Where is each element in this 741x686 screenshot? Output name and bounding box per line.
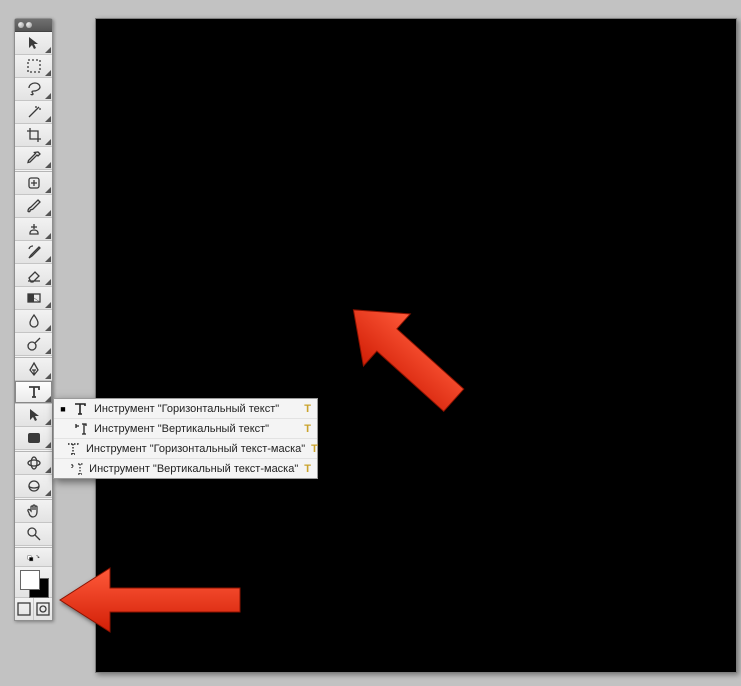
flyout-item-label: Инструмент "Горизонтальный текст" bbox=[94, 403, 295, 415]
horizontal-type-mask-icon bbox=[66, 442, 80, 456]
eraser-tool[interactable] bbox=[15, 264, 52, 287]
flyout-item-horizontal-type[interactable]: ■ Инструмент "Горизонтальный текст" T bbox=[54, 399, 317, 418]
history-brush-tool[interactable] bbox=[15, 241, 52, 264]
mask-mode-row bbox=[15, 598, 52, 620]
vertical-type-mask-icon bbox=[69, 462, 83, 476]
3d-orbit-tool[interactable] bbox=[15, 475, 52, 498]
3d-rotate-tool[interactable] bbox=[15, 452, 52, 475]
standard-mode-button[interactable] bbox=[15, 598, 34, 620]
pen-tool[interactable] bbox=[15, 358, 52, 381]
vertical-type-icon bbox=[72, 422, 88, 436]
horizontal-type-icon bbox=[72, 402, 88, 416]
crop-tool[interactable] bbox=[15, 124, 52, 147]
hand-tool[interactable] bbox=[15, 500, 52, 523]
flyout-item-vertical-type[interactable]: Инструмент "Вертикальный текст" T bbox=[54, 418, 317, 438]
annotation-arrow-1 bbox=[318, 275, 478, 425]
quick-mask-button[interactable] bbox=[34, 598, 52, 620]
marquee-tool[interactable] bbox=[15, 55, 52, 78]
shape-tool[interactable] bbox=[15, 427, 52, 450]
dodge-tool[interactable] bbox=[15, 333, 52, 356]
flyout-shortcut: T bbox=[301, 403, 311, 415]
flyout-shortcut: T bbox=[301, 423, 311, 435]
clone-stamp-tool[interactable] bbox=[15, 218, 52, 241]
flyout-item-label: Инструмент "Горизонтальный текст-маска" bbox=[86, 443, 305, 455]
move-tool[interactable] bbox=[15, 32, 52, 55]
path-selection-tool[interactable] bbox=[15, 404, 52, 427]
type-tool[interactable] bbox=[15, 381, 52, 404]
healing-brush-tool[interactable] bbox=[15, 172, 52, 195]
palette-titlebar[interactable] bbox=[15, 19, 52, 32]
type-tool-flyout: ■ Инструмент "Горизонтальный текст" T Ин… bbox=[53, 398, 318, 479]
flyout-shortcut: T bbox=[311, 443, 318, 455]
blur-tool[interactable] bbox=[15, 310, 52, 333]
color-swatches[interactable] bbox=[15, 567, 52, 598]
flyout-shortcut: T bbox=[304, 463, 311, 475]
tool-palette bbox=[14, 18, 53, 621]
selected-indicator: ■ bbox=[60, 404, 66, 414]
foreground-color-swatch[interactable] bbox=[20, 570, 40, 590]
brush-tool[interactable] bbox=[15, 195, 52, 218]
annotation-arrow-2 bbox=[55, 560, 245, 640]
color-swap-default[interactable] bbox=[15, 548, 52, 567]
flyout-item-horizontal-type-mask[interactable]: Инструмент "Горизонтальный текст-маска" … bbox=[54, 438, 317, 458]
eyedropper-tool[interactable] bbox=[15, 147, 52, 170]
zoom-tool[interactable] bbox=[15, 523, 52, 546]
lasso-tool[interactable] bbox=[15, 78, 52, 101]
flyout-item-label: Инструмент "Вертикальный текст" bbox=[94, 423, 295, 435]
gradient-tool[interactable] bbox=[15, 287, 52, 310]
flyout-item-vertical-type-mask[interactable]: Инструмент "Вертикальный текст-маска" T bbox=[54, 458, 317, 478]
flyout-item-label: Инструмент "Вертикальный текст-маска" bbox=[89, 463, 298, 475]
app-stage: ■ Инструмент "Горизонтальный текст" T Ин… bbox=[0, 0, 741, 686]
magic-wand-tool[interactable] bbox=[15, 101, 52, 124]
